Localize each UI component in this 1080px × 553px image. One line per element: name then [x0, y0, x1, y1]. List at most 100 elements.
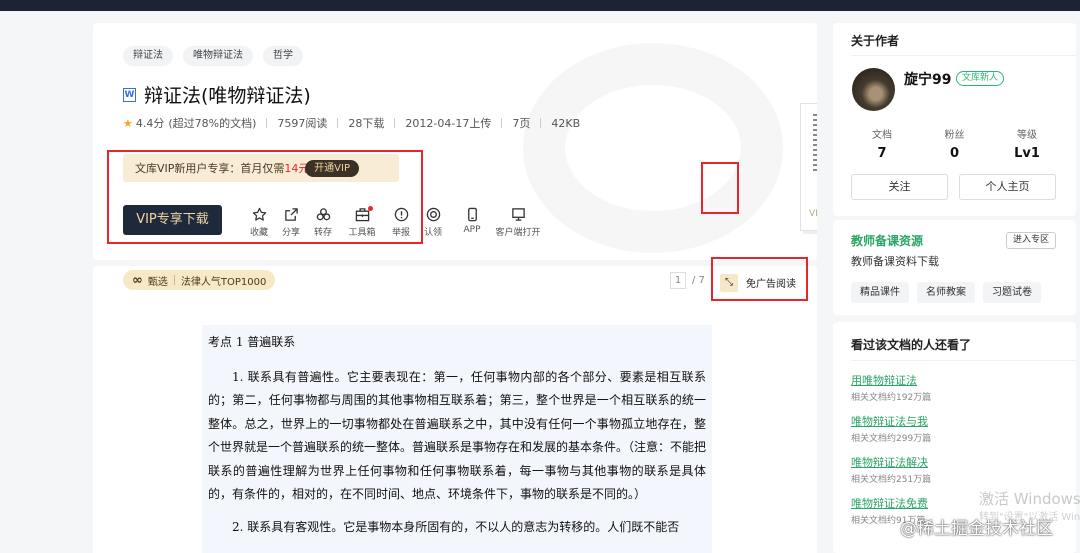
divider [266, 118, 268, 128]
paragraph: 1. 联系具有普遍性。它主要表现在：第一，任何事物内部的各个部分、要素是相互联系… [208, 369, 707, 502]
action-label: 客户端打开 [495, 228, 541, 238]
background-watermark-shape [523, 43, 783, 253]
phone-icon [467, 207, 477, 222]
annotation-box [701, 162, 739, 214]
thumbnail-text-line [813, 134, 817, 136]
resource-tag[interactable]: 精品课件 [851, 282, 909, 303]
author-badge: 文库新人 [956, 71, 1005, 86]
upload-date: 2012-04-17上传 [405, 117, 492, 130]
divider [394, 118, 396, 128]
stat-key: 文档 [872, 130, 892, 141]
doc-tags: 辩证法 唯物辩证法 哲学 [123, 46, 303, 66]
doc-tag[interactable]: 哲学 [263, 46, 303, 66]
related-doc-count: 相关文档约251万篇 [851, 475, 932, 485]
related-doc-link[interactable]: 唯物辩证法免费 [851, 495, 931, 511]
document-page: 考点 1 普遍联系 1. 联系具有普遍性。它主要表现在：第一，任何事物内部的各个… [202, 325, 712, 553]
monitor-icon [511, 208, 525, 221]
thumbnail-text-line [813, 149, 817, 151]
view-count: 7597阅读 [277, 117, 328, 130]
stat-value: 0 [949, 146, 960, 161]
related-doc-link[interactable]: 唯物辩证法解决 [851, 454, 931, 470]
annotation-box [107, 150, 423, 244]
thumbnail-text-line [813, 139, 817, 141]
resource-tag[interactable]: 习题试卷 [983, 282, 1041, 303]
action-label: 认领 [423, 228, 442, 238]
page-number-input[interactable]: 1 [670, 272, 686, 289]
stat-fans: 粉丝 0 [924, 126, 986, 161]
rating-note: (超过78%的文档) [168, 117, 257, 130]
related-doc-link[interactable]: 唯物辩证法与我 [851, 413, 931, 429]
reader-toolbar: ∞ 甄选 法律人气TOP1000 1 / 7 ⤡ 免广告阅读 [93, 266, 817, 294]
author-name[interactable]: 旋宁99 [904, 69, 951, 89]
author-stats: 文档 7 粉丝 0 等级 Lv1 [851, 126, 1058, 161]
teacher-resources-subtitle: 教师备课资料下载 [851, 255, 939, 268]
author-homepage-button[interactable]: 个人主页 [959, 174, 1056, 200]
stat-key: 粉丝 [944, 130, 965, 141]
doc-tag[interactable]: 唯物辩证法 [183, 46, 253, 66]
list-item[interactable]: 用唯物辩证法 相关文档约192万篇 [851, 372, 931, 413]
document-thumbnail[interactable]: VIP [800, 103, 817, 231]
thumbnail-text-line [813, 129, 817, 131]
page-title: 辩证法(唯物辩证法) [144, 85, 311, 107]
claim-icon [426, 207, 440, 222]
selection-label: 甄选 [147, 276, 168, 288]
teacher-resources-title[interactable]: 教师备课资源 [851, 232, 923, 249]
related-docs-list: 用唯物辩证法 相关文档约192万篇 唯物辩证法与我 相关文档约299万篇 唯物辩… [851, 372, 931, 536]
section-title: 关于作者 [851, 34, 900, 48]
author-card: 关于作者 旋宁99 文库新人 文档 7 粉丝 0 等级 Lv1 关注 个人主页 [833, 23, 1076, 216]
word-file-icon: W [123, 87, 136, 102]
selection-badge[interactable]: ∞ 甄选 法律人气TOP1000 [123, 270, 276, 290]
divider [851, 360, 1076, 361]
document-reader: ∞ 甄选 法律人气TOP1000 1 / 7 ⤡ 免广告阅读 考点 1 普遍联系… [93, 266, 817, 553]
related-doc-link[interactable]: 用唯物辩证法 [851, 372, 931, 388]
resource-tag[interactable]: 名师教案 [917, 282, 975, 303]
app-action[interactable]: APP [449, 207, 495, 238]
divider [851, 55, 1076, 56]
doc-tag[interactable]: 辩证法 [123, 46, 173, 66]
divider [173, 275, 175, 285]
teacher-resource-tags: 精品课件 名师教案 习题试卷 [851, 282, 1041, 303]
enter-zone-button[interactable]: 进入专区 [1006, 232, 1057, 249]
thumbnail-text-line [813, 164, 817, 166]
avatar[interactable] [852, 68, 895, 111]
open-in-client-action[interactable]: 客户端打开 [495, 207, 541, 238]
stat-value: Lv1 [1014, 146, 1040, 161]
divider [337, 118, 339, 128]
file-size: 42KB [551, 116, 581, 130]
thumbnail-text-line [813, 144, 817, 146]
thumbnail-text-line [813, 169, 817, 171]
infinity-icon: ∞ [132, 272, 143, 288]
thumbnail-text-line [813, 159, 817, 161]
selection-tag: 法律人气TOP1000 [180, 276, 267, 288]
star-icon: ★ [123, 116, 133, 130]
thumbnail-text-line [813, 119, 817, 121]
follow-button[interactable]: 关注 [851, 174, 948, 200]
teacher-resources-card: 教师备课资源 进入专区 教师备课资料下载 精品课件 名师教案 习题试卷 [833, 220, 1076, 315]
top-nav-bar [0, 0, 1080, 11]
thumbnail-vip-badge: VIP [809, 209, 817, 219]
page-count: 7页 [512, 117, 531, 130]
list-item[interactable]: 唯物辩证法解决 相关文档约251万篇 [851, 454, 931, 495]
thumbnail-text-line [813, 154, 817, 156]
list-item[interactable]: 唯物辩证法与我 相关文档约299万篇 [851, 413, 931, 454]
thumbnail-text-line [813, 114, 817, 116]
stat-docs: 文档 7 [851, 126, 913, 161]
thumbnail-text-line [813, 124, 817, 126]
section-title: 看过该文档的人还看了 [851, 338, 972, 352]
divider [540, 118, 542, 128]
rating-score: 4.4分 [135, 117, 165, 130]
windows-activation-watermark: 激活 Windows [979, 490, 1080, 508]
juejin-watermark: @稀土掘金技术社区 [900, 519, 1053, 539]
stat-level: 等级 Lv1 [996, 126, 1058, 161]
annotation-box [711, 257, 808, 301]
doc-title-row: W 辩证法(唯物辩证法) [123, 81, 311, 108]
stat-key: 等级 [1017, 130, 1037, 141]
divider [501, 118, 503, 128]
doc-meta: ★ 4.4分 (超过78%的文档) 7597阅读 28下载 2012-04-17… [123, 115, 580, 131]
page-total: / 7 [692, 275, 705, 286]
section-heading: 考点 1 普遍联系 [208, 335, 296, 349]
related-doc-count: 相关文档约299万篇 [851, 434, 932, 444]
paragraph: 2. 联系具有客观性。它是事物本身所固有的，不以人的意志为转移的。人们既不能否 [232, 519, 680, 534]
action-label: APP [463, 225, 481, 235]
page-indicator: 1 / 7 [670, 272, 705, 289]
